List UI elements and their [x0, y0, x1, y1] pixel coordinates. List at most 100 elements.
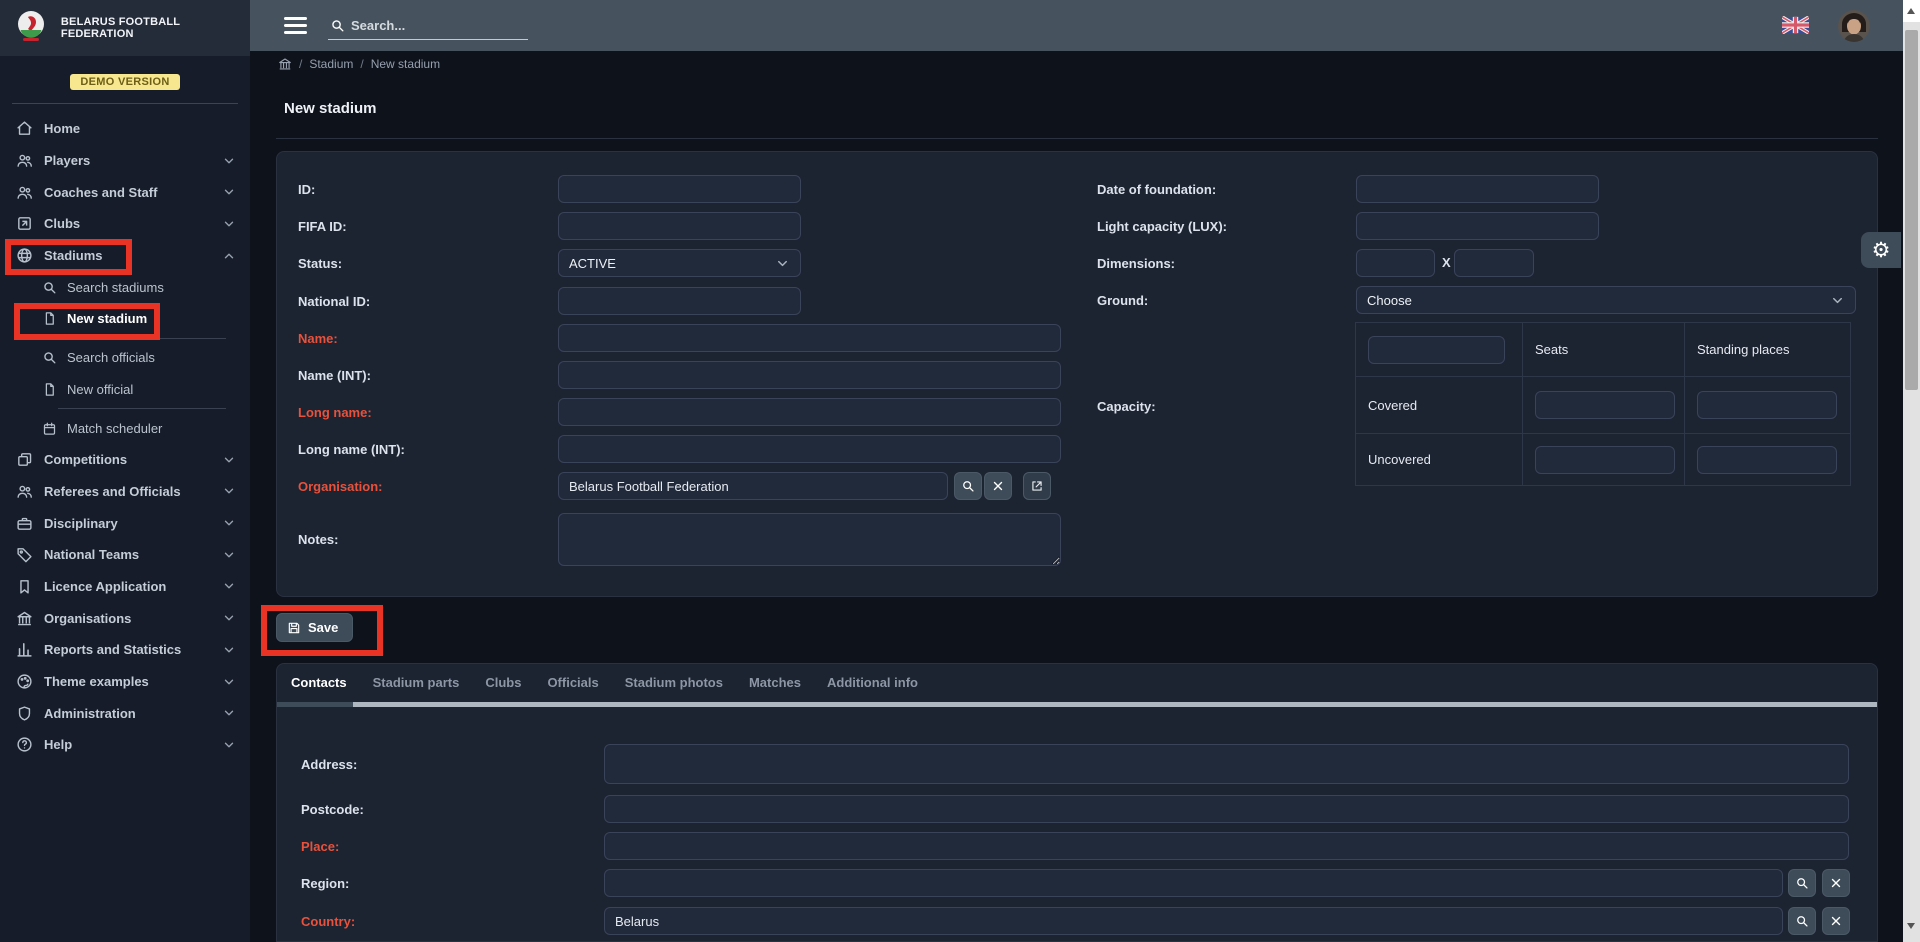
covered-seats-input[interactable] — [1535, 391, 1675, 419]
briefcase-icon — [16, 515, 33, 532]
home-icon[interactable] — [278, 57, 292, 71]
chevron-down-icon — [222, 185, 236, 199]
sidebar-item-new-official[interactable]: New official — [0, 374, 250, 406]
breadcrumb-stadium[interactable]: Stadium — [309, 57, 353, 71]
address-label: Address: — [301, 757, 357, 772]
national-id-input[interactable] — [558, 287, 801, 315]
competitions-icon — [16, 451, 33, 468]
organisation-input[interactable] — [558, 472, 948, 500]
sidebar-item-help[interactable]: Help — [0, 729, 250, 761]
chevron-down-icon — [222, 154, 236, 168]
region-search-button[interactable] — [1788, 869, 1816, 897]
country-search-button[interactable] — [1788, 907, 1816, 935]
sidebar-item-competitions[interactable]: Competitions — [0, 444, 250, 476]
scroll-up-arrow[interactable] — [1907, 8, 1915, 14]
breadcrumb-new-stadium[interactable]: New stadium — [371, 57, 440, 71]
sidebar-item-licence-application[interactable]: Licence Application — [0, 571, 250, 603]
magnifier-icon — [1795, 876, 1809, 890]
long-name-input[interactable] — [558, 398, 1061, 426]
postcode-input[interactable] — [604, 795, 1849, 823]
status-select[interactable]: ACTIVE — [558, 249, 801, 277]
light-capacity-input[interactable] — [1356, 212, 1599, 240]
tab-clubs[interactable]: Clubs — [485, 675, 521, 690]
chevron-down-icon — [222, 453, 236, 467]
scroll-down-arrow[interactable] — [1907, 923, 1915, 929]
tab-scrollbar[interactable] — [277, 702, 1877, 707]
tab-additional-info[interactable]: Additional info — [827, 675, 918, 690]
sidebar-item-search-stadiums[interactable]: Search stadiums — [0, 271, 250, 303]
hamburger-menu-button[interactable] — [284, 17, 307, 34]
status-label: Status: — [298, 256, 342, 271]
bookmark-icon — [16, 578, 33, 595]
scrollbar-thumb[interactable] — [1905, 30, 1918, 390]
sidebar-nav: Home Players Coaches and Staff Clubs Sta… — [0, 113, 250, 761]
tab-stadium-parts[interactable]: Stadium parts — [373, 675, 460, 690]
sidebar-item-home[interactable]: Home — [0, 113, 250, 145]
user-avatar[interactable] — [1838, 10, 1870, 42]
dimensions-width-input[interactable] — [1356, 249, 1435, 277]
capacity-header-input[interactable] — [1368, 336, 1505, 364]
coaches-icon — [16, 184, 33, 201]
sidebar-item-search-officials[interactable]: Search officials — [0, 342, 250, 374]
address-input[interactable] — [604, 744, 1849, 784]
notes-textarea[interactable] — [558, 513, 1061, 566]
chevron-down-icon — [1830, 293, 1845, 308]
sidebar-item-reports-and-statistics[interactable]: Reports and Statistics — [0, 634, 250, 666]
region-clear-button[interactable] — [1822, 869, 1850, 897]
light-capacity-label: Light capacity (LUX): — [1097, 219, 1227, 234]
country-input[interactable] — [604, 907, 1783, 935]
gear-icon: ⚙ — [1872, 238, 1891, 263]
name-input[interactable] — [558, 324, 1061, 352]
sidebar-item-administration[interactable]: Administration — [0, 697, 250, 729]
date-of-foundation-label: Date of foundation: — [1097, 182, 1216, 197]
place-input[interactable] — [604, 832, 1849, 860]
sidebar-item-match-scheduler[interactable]: Match scheduler — [0, 412, 250, 444]
sidebar-item-players[interactable]: Players — [0, 145, 250, 177]
vertical-scrollbar[interactable] — [1903, 0, 1920, 942]
tag-icon — [16, 546, 33, 563]
sidebar-item-referees-and-officials[interactable]: Referees and Officials — [0, 476, 250, 508]
fifa-id-input[interactable] — [558, 212, 801, 240]
sidebar-item-theme-examples[interactable]: Theme examples — [0, 666, 250, 698]
tab-contacts[interactable]: Contacts — [291, 675, 347, 690]
id-input[interactable] — [558, 175, 801, 203]
sidebar-header: BELARUS FOOTBALL FEDERATION — [0, 0, 250, 56]
language-flag-uk[interactable] — [1782, 16, 1809, 34]
ground-select[interactable]: Choose — [1356, 286, 1856, 314]
long-name-int-label: Long name (INT): — [298, 442, 405, 457]
country-clear-button[interactable] — [1822, 907, 1850, 935]
chevron-down-icon — [222, 484, 236, 498]
organisation-label: Organisation: — [298, 479, 383, 494]
sidebar-item-stadiums[interactable]: Stadiums — [0, 240, 250, 272]
application-window: BELARUS FOOTBALL FEDERATION DEMO VERSION… — [0, 0, 1920, 942]
region-input[interactable] — [604, 869, 1783, 897]
save-button[interactable]: Save — [276, 613, 353, 642]
sidebar-item-new-stadium[interactable]: New stadium — [0, 303, 250, 335]
chevron-down-icon — [222, 217, 236, 231]
organisation-clear-button[interactable] — [984, 472, 1012, 500]
sidebar-item-clubs[interactable]: Clubs — [0, 208, 250, 240]
sidebar-item-organisations[interactable]: Organisations — [0, 602, 250, 634]
name-int-input[interactable] — [558, 361, 1061, 389]
date-of-foundation-input[interactable] — [1356, 175, 1599, 203]
chevron-down-icon — [222, 548, 236, 562]
organisation-open-button[interactable] — [1023, 472, 1051, 500]
settings-gear-button[interactable]: ⚙ — [1861, 232, 1901, 268]
submenu-divider — [58, 338, 226, 339]
tab-stadium-photos[interactable]: Stadium photos — [625, 675, 723, 690]
page-title: New stadium — [284, 100, 377, 117]
uncovered-standing-input[interactable] — [1697, 446, 1837, 474]
search-icon — [42, 350, 57, 365]
sidebar-item-national-teams[interactable]: National Teams — [0, 539, 250, 571]
tab-matches[interactable]: Matches — [749, 675, 801, 690]
uncovered-seats-input[interactable] — [1535, 446, 1675, 474]
tab-officials[interactable]: Officials — [547, 675, 598, 690]
search-input[interactable] — [351, 18, 511, 33]
dimensions-length-input[interactable] — [1454, 249, 1534, 277]
sidebar-item-coaches-and-staff[interactable]: Coaches and Staff — [0, 176, 250, 208]
stadium-detail-tabs-card: Contacts Stadium parts Clubs Officials S… — [276, 663, 1878, 942]
long-name-int-input[interactable] — [558, 435, 1061, 463]
covered-standing-input[interactable] — [1697, 391, 1837, 419]
sidebar-item-disciplinary[interactable]: Disciplinary — [0, 507, 250, 539]
organisation-search-button[interactable] — [954, 472, 982, 500]
